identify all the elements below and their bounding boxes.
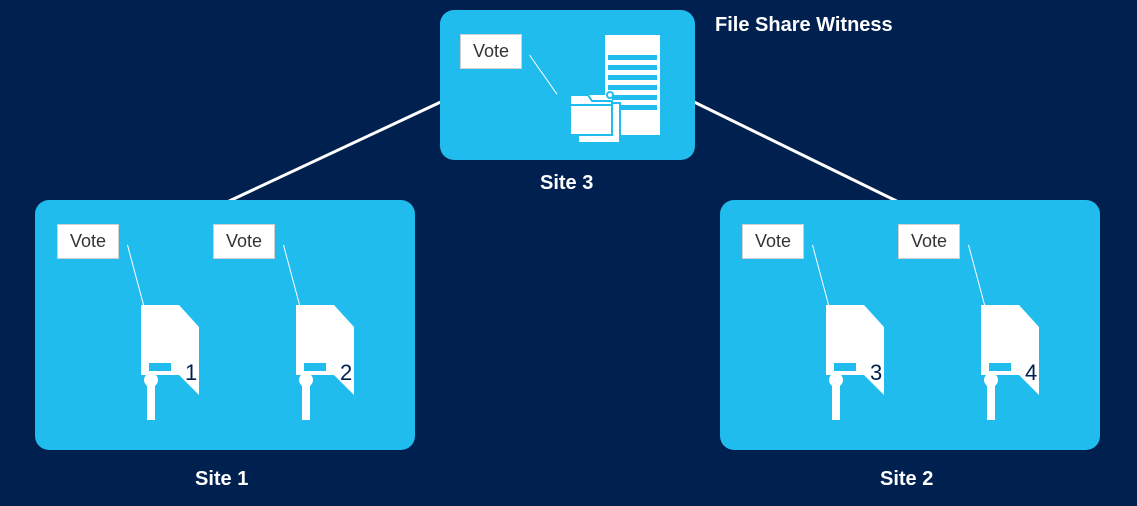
node1-number: 1 bbox=[185, 360, 197, 386]
callout-line bbox=[968, 245, 987, 313]
site1-node1-vote-tag: Vote bbox=[57, 224, 119, 259]
site2-node4-vote-tag: Vote bbox=[898, 224, 960, 259]
site3-label: Site 3 bbox=[540, 172, 593, 195]
node4-number: 4 bbox=[1025, 360, 1037, 386]
site1-label: Site 1 bbox=[195, 468, 248, 491]
server-node-icon bbox=[135, 305, 215, 425]
site3-vote-tag: Vote bbox=[460, 34, 522, 69]
server-node-icon bbox=[975, 305, 1055, 425]
file-share-server-icon bbox=[550, 25, 680, 155]
callout-line bbox=[812, 245, 831, 313]
file-share-witness-label: File Share Witness bbox=[715, 14, 893, 37]
server-node-icon bbox=[290, 305, 370, 425]
site2-box: Vote 3 Vote 4 bbox=[720, 200, 1100, 450]
site3-box: Vote bbox=[440, 10, 695, 160]
node2-number: 2 bbox=[340, 360, 352, 386]
site1-box: Vote 1 Vote 2 bbox=[35, 200, 415, 450]
site2-node3-vote-tag: Vote bbox=[742, 224, 804, 259]
site2-label: Site 2 bbox=[880, 468, 933, 491]
server-node-icon bbox=[820, 305, 900, 425]
site1-node2-vote-tag: Vote bbox=[213, 224, 275, 259]
callout-line bbox=[283, 245, 302, 313]
callout-line bbox=[127, 245, 146, 313]
node3-number: 3 bbox=[870, 360, 882, 386]
